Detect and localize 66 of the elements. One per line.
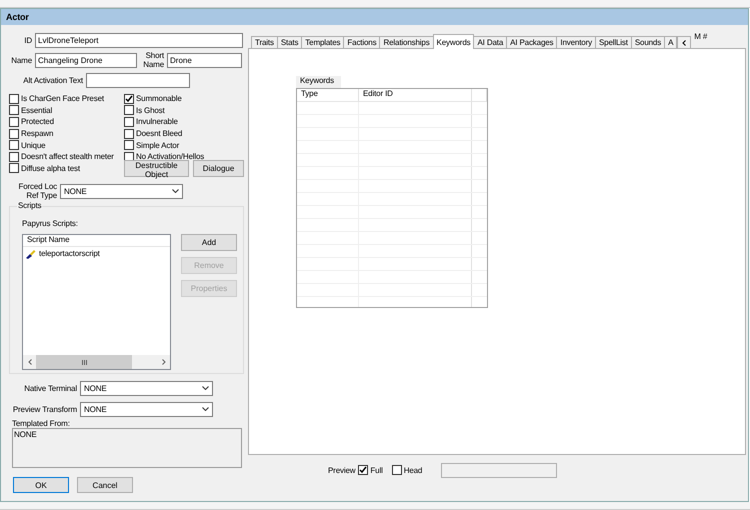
tab[interactable]: AI Packages <box>506 36 558 49</box>
group-title: Scripts <box>17 201 42 210</box>
script-button[interactable]: Add <box>181 234 237 252</box>
checkbox[interactable]: Invulnerable <box>124 116 244 128</box>
checkbox[interactable]: Is CharGen Face Preset <box>9 93 124 105</box>
column-header: Script Name <box>23 235 170 248</box>
input-field[interactable]: Drone <box>167 52 242 68</box>
checkbox[interactable]: Head <box>392 465 422 475</box>
tab[interactable]: SpellList <box>594 36 632 49</box>
dropdown[interactable]: NONE <box>80 402 213 417</box>
tab[interactable]: Relationships <box>379 36 434 49</box>
chevron-right-icon <box>162 359 166 366</box>
caret-icon <box>172 189 179 194</box>
field-label: Native Terminal <box>23 384 77 393</box>
checkmark-icon <box>359 466 368 474</box>
field-label: Preview Transform <box>12 404 77 414</box>
checkbox[interactable]: Simple Actor <box>124 139 244 151</box>
dialog-button[interactable]: Dialogue <box>193 160 244 177</box>
caret-icon <box>202 407 209 412</box>
field-label: Name <box>10 56 32 64</box>
tab[interactable]: Traits <box>251 36 278 49</box>
dialog-button[interactable]: Cancel <box>77 477 133 494</box>
tab[interactable]: Keywords <box>432 34 474 49</box>
script-icon <box>25 248 36 259</box>
scrollbar[interactable] <box>23 355 170 370</box>
tab-scroll-button[interactable] <box>677 36 692 49</box>
table-title: Keywords <box>296 76 341 88</box>
checkbox[interactable]: Doesn't affect stealth meter <box>9 150 124 163</box>
tab[interactable]: Templates <box>301 36 344 49</box>
checkbox[interactable]: Diffuse alpha test <box>9 162 124 174</box>
column-header[interactable]: Editor ID <box>359 89 472 102</box>
field-label: Templated From: <box>12 419 71 428</box>
list-label: Papyrus Scripts: <box>22 219 79 228</box>
checkbox[interactable]: Respawn <box>9 128 124 140</box>
grip-icon <box>82 360 86 365</box>
chevron-left-icon <box>28 359 32 366</box>
text-area[interactable]: NONE <box>12 428 242 468</box>
checkbox[interactable]: Essential <box>9 104 124 116</box>
column-header[interactable]: Type <box>297 89 359 102</box>
preview-field[interactable] <box>441 462 558 478</box>
input-field[interactable] <box>86 72 190 88</box>
field-label: Alt Activation Text <box>22 76 83 84</box>
list-item[interactable]: teleportactorscript <box>23 247 170 260</box>
tab[interactable]: A <box>664 36 678 49</box>
dropdown[interactable]: NONE <box>60 184 183 199</box>
tab[interactable]: Inventory <box>556 36 596 49</box>
chevron-left-icon <box>682 40 686 46</box>
caret-icon <box>202 386 209 390</box>
dialog-button[interactable]: Destructible Object <box>124 160 190 177</box>
checkbox[interactable]: Doesnt Bleed <box>124 128 244 140</box>
checkbox[interactable]: Full <box>358 465 383 475</box>
checkmark-icon <box>125 94 133 103</box>
checkbox[interactable]: Unique <box>9 139 124 151</box>
input-field[interactable]: Changeling Drone <box>35 52 137 68</box>
dropdown[interactable]: NONE <box>80 380 213 396</box>
checkbox[interactable]: Is Ghost <box>124 104 244 116</box>
hidden-label: M # <box>694 32 708 41</box>
preview-label: Preview <box>328 466 356 474</box>
field-label: ID <box>23 36 32 44</box>
checkbox[interactable]: Protected <box>9 116 124 128</box>
checkbox[interactable]: Summonable <box>124 93 244 105</box>
field-label: Short Name <box>142 51 164 69</box>
field-label: Forced Loc Ref Type <box>17 182 57 200</box>
input-field[interactable]: LvlDroneTeleport <box>35 32 243 48</box>
dialog-button[interactable]: OK <box>13 477 69 494</box>
window-title: Actor <box>1 9 748 25</box>
